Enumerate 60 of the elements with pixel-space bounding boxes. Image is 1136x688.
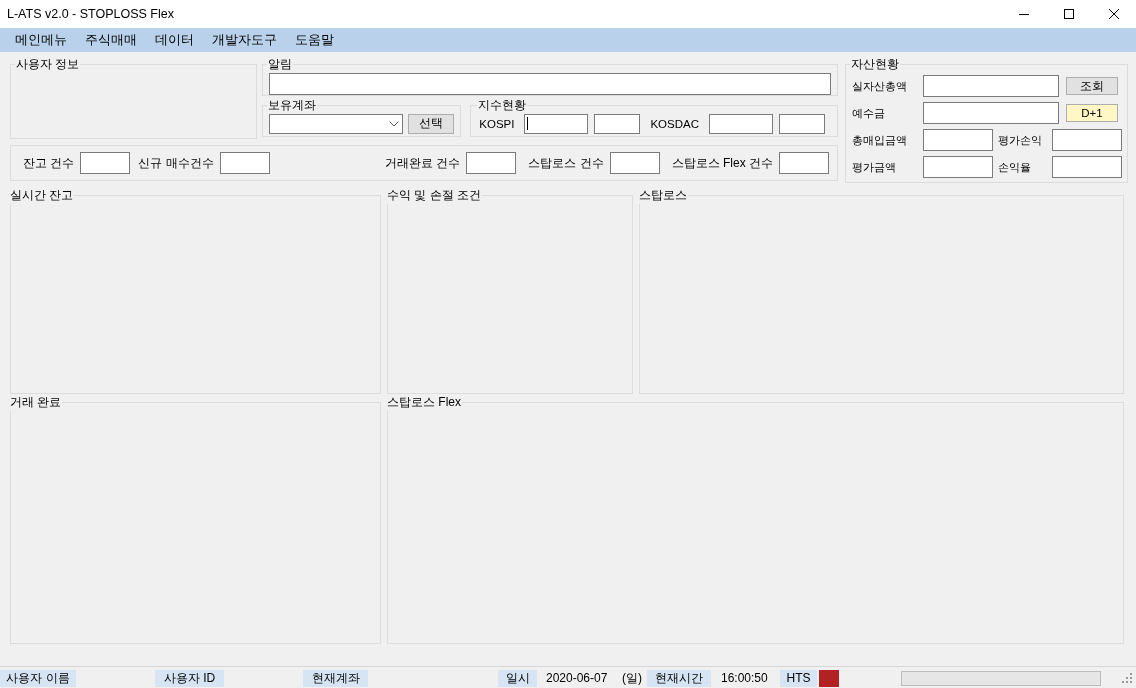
status-label: 현재계좌 (303, 669, 368, 687)
group-title: 보유계좌 (267, 97, 318, 114)
notice-field[interactable] (269, 73, 831, 95)
resize-grip-icon[interactable] (1122, 673, 1132, 683)
status-label: 현재시간 (647, 669, 711, 687)
panel-title: 거래 완료 (9, 394, 63, 411)
count-label: 잔고 건수 (23, 154, 75, 172)
count-label: 거래완료 건수 (384, 154, 461, 172)
count-field[interactable] (779, 152, 829, 174)
status-label: 사용자 이름 (0, 669, 76, 687)
asset-label: 평가손익 (997, 132, 1043, 148)
asset-label: 실자산총액 (852, 78, 908, 94)
asset-field[interactable] (1052, 129, 1122, 151)
group-title: 사용자 정보 (15, 56, 81, 73)
panel-title: 스탑로스 Flex (386, 394, 462, 411)
asset-label: 총매입금액 (852, 132, 908, 148)
count-label: 스탑로스 Flex 건수 (671, 154, 773, 172)
count-field[interactable] (609, 152, 660, 174)
asset-button[interactable]: 조회 (1066, 77, 1118, 95)
account-dropdown[interactable] (269, 113, 404, 134)
group-title: 자산현황 (850, 56, 900, 73)
asset-field[interactable] (923, 129, 993, 151)
count-field[interactable] (466, 152, 517, 174)
group-title: 지수현황 (477, 97, 528, 114)
count-label: 스탑로스 건수 (528, 154, 604, 172)
asset-label: 손익율 (997, 159, 1032, 175)
menu-item[interactable]: 개발자도구 (203, 28, 286, 52)
panel-title: 스탑로스 (638, 187, 688, 204)
status-label: HTS (780, 669, 817, 687)
status-label: 사용자 ID (155, 669, 224, 687)
status-value: 16:00:50 (721, 671, 769, 685)
menu-item[interactable]: 주식매매 (76, 28, 146, 52)
index-value-field[interactable] (709, 113, 773, 134)
panel-title: 수익 및 손절 조건 (386, 187, 482, 204)
status-value: 2020-06-07 (546, 671, 609, 685)
asset-label: 예수금 (852, 105, 886, 121)
asset-field[interactable] (923, 156, 993, 178)
status-label: 일시 (498, 669, 537, 687)
asset-field[interactable] (923, 102, 1059, 124)
group-title: 알림 (267, 56, 294, 73)
index-change-field[interactable] (594, 113, 641, 134)
asset-field[interactable] (1052, 156, 1122, 178)
asset-field[interactable] (923, 75, 1059, 97)
status-value: (일) (622, 669, 643, 687)
chevron-down-icon (389, 120, 400, 127)
count-field[interactable] (219, 152, 270, 174)
window-title: L-ATS v2.0 - STOPLOSS Flex (6, 7, 175, 21)
menu-item[interactable]: 도움말 (286, 28, 343, 52)
count-label: 신규 매수건수 (138, 154, 214, 172)
asset-label: 평가금액 (852, 159, 897, 175)
index-change-field[interactable] (779, 113, 825, 134)
asset-button[interactable]: D+1 (1066, 104, 1118, 122)
index-label: KOSDAC (650, 117, 699, 130)
index-label: KOSPI (479, 117, 515, 130)
menu-item[interactable]: 메인메뉴 (6, 28, 76, 52)
select-button[interactable]: 선택 (408, 113, 455, 134)
panel-title: 실시간 잔고 (9, 187, 75, 204)
menu-item[interactable]: 데이터 (146, 28, 203, 52)
count-field[interactable] (80, 152, 131, 174)
index-value-field[interactable] (524, 113, 589, 134)
